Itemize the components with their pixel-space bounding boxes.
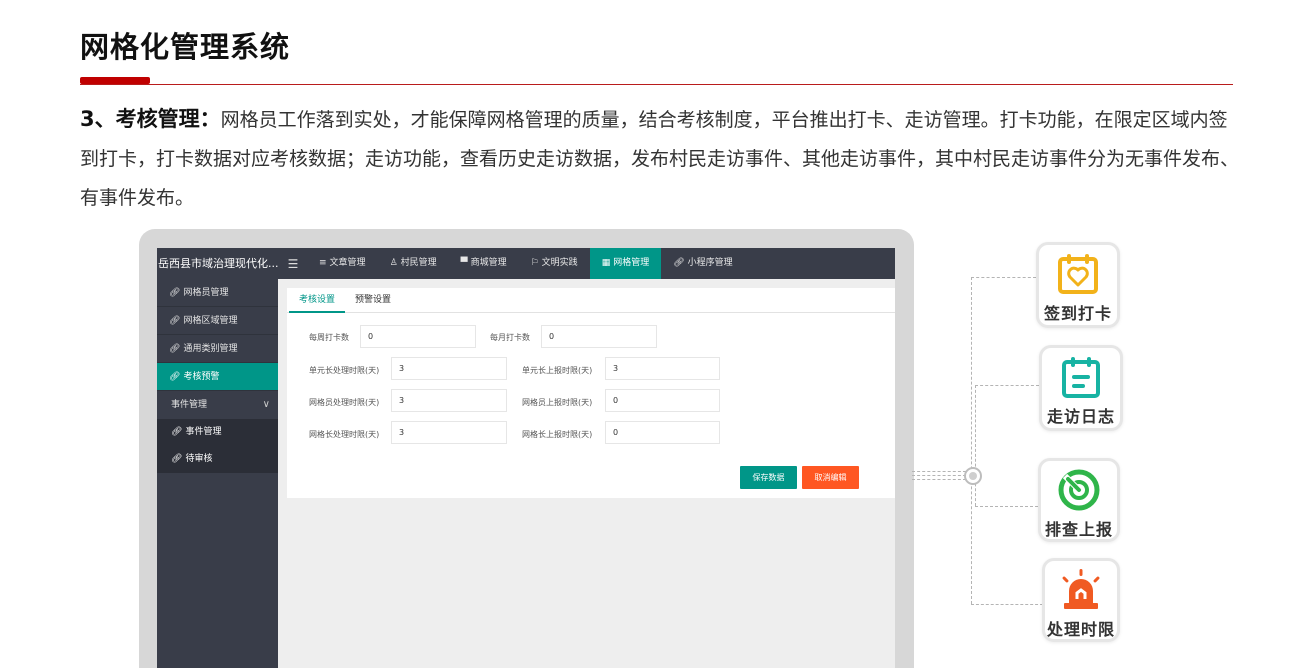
unit-report-input[interactable]: 3 bbox=[605, 357, 720, 380]
link-icon: 🔗︎ bbox=[169, 288, 181, 298]
sidebar-item-label: 网格员管理 bbox=[183, 288, 229, 298]
nav-article[interactable]: ≡ 文章管理 bbox=[307, 248, 378, 279]
app-screen: 岳西县市域治理现代化... ☰ ≡ 文章管理 ♙ 村民管理 ▀ 商城管理 ⚐ 文明实践 … bbox=[157, 248, 895, 668]
chevron-down-icon: ∨ bbox=[262, 399, 270, 410]
nav-grid[interactable]: ▦ 网格管理 bbox=[589, 248, 662, 279]
app-name: 岳西县市域治理现代化... bbox=[158, 257, 279, 270]
monthly-checkin-input[interactable]: 0 bbox=[541, 325, 657, 348]
flag-icon: ⚐ bbox=[530, 258, 539, 268]
top-bar: 岳西县市域治理现代化... ☰ ≡ 文章管理 ♙ 村民管理 ▀ 商城管理 ⚐ 文明实践 … bbox=[157, 248, 895, 279]
sidebar-item-label: 考核预警 bbox=[183, 372, 220, 382]
tab-warning-settings[interactable]: 预警设置 bbox=[345, 288, 401, 313]
connector-branch-1 bbox=[971, 277, 1036, 278]
sidebar-group-events[interactable]: 事件管理 ∨ bbox=[157, 391, 278, 419]
monthly-checkin-label: 每月打卡数 bbox=[490, 333, 530, 342]
sidebar-subitem-events[interactable]: 🔗︎ 事件管理 bbox=[157, 419, 278, 446]
tab-bar: 考核设置 预警设置 bbox=[287, 288, 895, 313]
weekly-checkin-label: 每周打卡数 bbox=[309, 333, 349, 342]
cancel-button[interactable]: 取消编辑 bbox=[802, 466, 859, 489]
intro-lead: 3、考核管理： bbox=[80, 107, 221, 131]
nav-shop[interactable]: ▀ 商城管理 bbox=[449, 248, 519, 279]
link-icon: 🔗︎ bbox=[169, 344, 181, 354]
feature-label: 走访日志 bbox=[1046, 407, 1115, 426]
alarm-light-icon bbox=[1062, 569, 1100, 609]
top-nav: ≡ 文章管理 ♙ 村民管理 ▀ 商城管理 ⚐ 文明实践 ▦ 网格管理 🔗︎ 小程序管理 bbox=[307, 248, 745, 279]
connector-hub bbox=[964, 467, 982, 485]
menu-toggle-icon[interactable]: ☰ bbox=[279, 257, 307, 271]
unit-report-label: 单元长上报时限(天) bbox=[522, 366, 593, 375]
sidebar: 🔗︎ 网格员管理 🔗︎ 网格区域管理 🔗︎ 通用类别管理 🔗︎ 考核预警 事件管理 ∨ 🔗… bbox=[157, 279, 278, 668]
feature-label: 签到打卡 bbox=[1043, 304, 1112, 323]
grid-staff-handle-input[interactable]: 3 bbox=[391, 389, 507, 412]
connector-trunk-inner bbox=[975, 385, 976, 506]
sidebar-item-grid-staff[interactable]: 🔗︎ 网格员管理 bbox=[157, 279, 278, 307]
title-divider bbox=[80, 84, 1233, 85]
nav-villagers[interactable]: ♙ 村民管理 bbox=[378, 248, 449, 279]
unit-handle-label: 单元长处理时限(天) bbox=[309, 366, 380, 375]
nav-label: 商城管理 bbox=[470, 258, 507, 268]
nav-label: 小程序管理 bbox=[687, 258, 733, 268]
nav-label: 文明实践 bbox=[541, 258, 578, 268]
grid-leader-report-input[interactable]: 0 bbox=[605, 421, 720, 444]
sidebar-item-assessment[interactable]: 🔗︎ 考核预警 bbox=[157, 363, 278, 391]
sidebar-item-label: 通用类别管理 bbox=[183, 344, 238, 354]
connector-trunk bbox=[971, 277, 972, 604]
grid-staff-handle-label: 网格员处理时限(天) bbox=[309, 398, 380, 407]
link-icon: 🔗︎ bbox=[673, 258, 685, 268]
target-icon bbox=[1058, 469, 1100, 511]
grid-staff-report-input[interactable]: 0 bbox=[605, 389, 720, 412]
tab-assessment-settings[interactable]: 考核设置 bbox=[289, 288, 346, 313]
feature-visit-log: 走访日志 bbox=[1039, 345, 1123, 431]
nav-civility[interactable]: ⚐ 文明实践 bbox=[519, 248, 590, 279]
grid-leader-handle-label: 网格长处理时限(天) bbox=[309, 430, 380, 439]
shop-icon: ▀ bbox=[460, 258, 468, 268]
save-button[interactable]: 保存数据 bbox=[740, 466, 797, 489]
weekly-checkin-input[interactable]: 0 bbox=[360, 325, 476, 348]
link-icon: 🔗︎ bbox=[169, 372, 181, 382]
feature-label: 排查上报 bbox=[1044, 520, 1113, 539]
link-icon: 🔗︎ bbox=[169, 316, 181, 326]
title-accent-bar bbox=[80, 77, 150, 84]
connector-branch-2 bbox=[975, 385, 1039, 386]
nav-label: 村民管理 bbox=[400, 258, 437, 268]
sidebar-subitem-pending[interactable]: 🔗︎ 待审核 bbox=[157, 446, 278, 473]
link-icon: 🔗︎ bbox=[171, 427, 183, 437]
sidebar-group-label: 事件管理 bbox=[171, 400, 208, 410]
sidebar-item-label: 网格区域管理 bbox=[183, 316, 238, 326]
unit-handle-input[interactable]: 3 bbox=[391, 357, 507, 380]
intro-text: 网格员工作落到实处，才能保障网格管理的质量，结合考核制度，平台推出打卡、走访管理… bbox=[80, 109, 1240, 209]
grid-icon: ▦ bbox=[601, 258, 611, 268]
calendar-heart-icon bbox=[1058, 254, 1098, 294]
nav-label: 网格管理 bbox=[613, 258, 650, 268]
grid-staff-report-label: 网格员上报时限(天) bbox=[522, 398, 593, 407]
grid-leader-handle-input[interactable]: 3 bbox=[391, 421, 507, 444]
sidebar-item-label: 事件管理 bbox=[185, 427, 222, 437]
feature-inspection-report: 排查上报 bbox=[1038, 458, 1120, 542]
nav-label: 文章管理 bbox=[329, 258, 366, 268]
grid-leader-report-label: 网格长上报时限(天) bbox=[522, 430, 593, 439]
connector-line bbox=[912, 471, 966, 472]
sidebar-item-grid-area[interactable]: 🔗︎ 网格区域管理 bbox=[157, 307, 278, 335]
connector-line bbox=[912, 479, 966, 480]
feature-time-limit: 处理时限 bbox=[1042, 558, 1120, 642]
connector-line bbox=[912, 475, 966, 476]
nav-miniprogram[interactable]: 🔗︎ 小程序管理 bbox=[661, 248, 744, 279]
page-title: 网格化管理系统 bbox=[80, 30, 291, 64]
intro-paragraph: 3、考核管理：网格员工作落到实处，才能保障网格管理的质量，结合考核制度，平台推出… bbox=[80, 100, 1240, 218]
user-icon: ♙ bbox=[389, 258, 398, 268]
list-icon: ≡ bbox=[319, 258, 327, 268]
feature-label: 处理时限 bbox=[1046, 620, 1115, 639]
settings-card: 考核设置 预警设置 每周打卡数 0 每月打卡数 0 单元长处理时限(天) 3 单… bbox=[287, 288, 895, 498]
feature-checkin: 签到打卡 bbox=[1036, 242, 1120, 328]
link-icon: 🔗︎ bbox=[171, 454, 183, 464]
connector-branch-3 bbox=[975, 506, 1038, 507]
connector-branch-4 bbox=[971, 604, 1043, 605]
sidebar-item-category[interactable]: 🔗︎ 通用类别管理 bbox=[157, 335, 278, 363]
sidebar-item-label: 待审核 bbox=[185, 454, 213, 464]
clipboard-icon bbox=[1062, 357, 1100, 398]
